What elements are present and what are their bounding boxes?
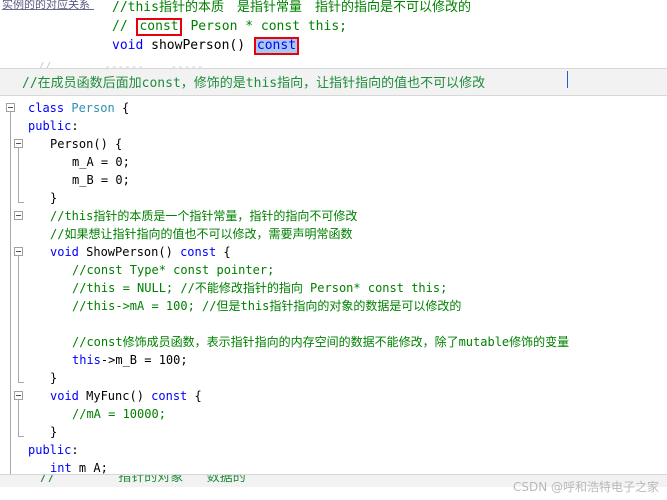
code-token: //const修饰成员函数，表示指针指向的内存空间的数据不能修改，除了mutab… xyxy=(72,335,570,349)
code-token: void xyxy=(50,245,79,259)
code-line[interactable]: void MyFunc() const { xyxy=(26,387,667,405)
code-token: //mA = 10000; xyxy=(72,407,166,421)
fold-toggle-icon[interactable] xyxy=(14,211,23,220)
const-annotation-box-2[interactable]: const xyxy=(253,36,300,55)
code-line[interactable]: //如果想让指针指向的值也不可以修改，需要声明常函数 xyxy=(26,225,667,243)
code-line[interactable]: } xyxy=(26,423,667,441)
highlighted-comment-band: // ------ ----- //在成员函数后面加const，修饰的是this… xyxy=(0,58,667,96)
code-token: : xyxy=(71,443,79,457)
code-line[interactable]: //mA = 10000; xyxy=(26,405,667,423)
fold-toggle-icon[interactable] xyxy=(14,247,23,256)
code-token: class xyxy=(28,101,72,115)
fold-guide-line xyxy=(18,148,19,202)
code-line[interactable]: void ShowPerson() const { xyxy=(26,243,667,261)
fold-toggle-icon[interactable] xyxy=(14,391,23,400)
csdn-watermark: CSDN @呼和浩特电子之家 xyxy=(512,480,659,494)
fold-guide-line xyxy=(18,400,19,436)
function-name: showPerson() xyxy=(143,38,253,53)
code-token: //this->mA = 100; //但是this指针指向的对象的数据是可以修… xyxy=(72,299,462,313)
fold-guide-line xyxy=(10,112,11,474)
code-token: Person() { xyxy=(50,137,123,151)
comment-suffix: Person * const this; xyxy=(182,19,347,34)
code-line[interactable]: class Person { xyxy=(26,99,667,117)
code-line[interactable]: public: xyxy=(26,441,667,459)
const-annotation-box-1[interactable]: const xyxy=(136,17,182,36)
code-content[interactable]: class Person {public: Person() {m_A = 0; m… xyxy=(26,99,667,474)
code-token: //如果想让指针指向的值也不可以修改，需要声明常函数 xyxy=(50,227,353,241)
code-token: ->m_B = 100; xyxy=(100,353,188,367)
code-token: ShowPerson() xyxy=(78,245,181,259)
header-underline xyxy=(2,9,94,10)
code-line[interactable]: int m_A; xyxy=(26,459,667,474)
fold-guide-tick xyxy=(18,436,24,437)
code-token: public xyxy=(28,119,72,133)
code-line[interactable]: //this指针的本质是一个指针常量，指针的指向不可修改 xyxy=(26,207,667,225)
code-line[interactable]: this->m_B = 100; xyxy=(26,351,667,369)
code-token: this xyxy=(72,353,101,367)
code-token: Person xyxy=(71,101,115,115)
code-token: void xyxy=(50,389,79,403)
fold-guide-tick xyxy=(18,202,24,203)
code-token: { xyxy=(114,101,130,115)
code-token: m_A = 0; xyxy=(72,155,130,169)
code-token: : xyxy=(71,119,79,133)
code-line[interactable]: Person() { xyxy=(26,135,667,153)
code-token: m_B = 0; xyxy=(72,173,130,187)
code-line[interactable]: public: xyxy=(26,117,667,135)
text-caret xyxy=(567,71,568,88)
top-annotation-panel: 实例的的对应关系 //this指针的本质 是指针常量 指针的指向是不可以修改的 … xyxy=(0,0,667,58)
comment-prefix: // xyxy=(112,19,136,34)
fold-gutter[interactable] xyxy=(0,99,26,474)
code-token: } xyxy=(50,371,58,385)
code-token: const xyxy=(180,245,217,259)
fold-toggle-icon[interactable] xyxy=(14,139,23,148)
fold-guide-tick xyxy=(18,382,24,383)
code-token: } xyxy=(50,191,58,205)
code-token: { xyxy=(187,389,202,403)
code-token: { xyxy=(216,245,231,259)
code-token: const xyxy=(151,389,188,403)
code-token: //const Type* const pointer; xyxy=(72,263,275,277)
clipped-header-fragment: 实例的的对应关系 xyxy=(2,0,90,11)
fold-guide-line xyxy=(18,256,19,382)
code-line[interactable]: //this->mA = 100; //但是this指针指向的对象的数据是可以修… xyxy=(26,297,667,315)
code-token: public xyxy=(28,443,72,457)
code-token: } xyxy=(50,425,58,439)
code-line[interactable]: //this = NULL; //不能修改指针的指向 Person* const… xyxy=(26,279,667,297)
code-token: //this = NULL; //不能修改指针的指向 Person* const… xyxy=(72,281,448,295)
void-keyword: void xyxy=(112,38,144,53)
top-comment-line: //this指针的本质 是指针常量 指针的指向是不可以修改的 xyxy=(112,0,471,15)
code-token: //this指针的本质是一个指针常量，指针的指向不可修改 xyxy=(50,209,358,223)
code-line[interactable]: } xyxy=(26,189,667,207)
top-showperson-signature-line: void showPerson() const xyxy=(112,36,300,55)
code-token: int xyxy=(50,461,72,474)
bottom-clipped-text: // 指针的对象 数据的 xyxy=(40,474,246,485)
code-token: MyFunc() xyxy=(78,389,152,403)
top-const-pointer-line: // const Person * const this; xyxy=(112,17,347,36)
code-line[interactable]: m_A = 0; xyxy=(26,153,667,171)
code-line[interactable]: //const修饰成员函数，表示指针指向的内存空间的数据不能修改，除了mutab… xyxy=(26,333,667,351)
band-comment-text: //在成员函数后面加const，修饰的是this指向，让指针指向的值也不可以修改 xyxy=(22,76,486,91)
code-line[interactable]: } xyxy=(26,369,667,387)
code-line[interactable]: m_B = 0; xyxy=(26,171,667,189)
code-token: m_A; xyxy=(71,461,108,474)
code-line[interactable] xyxy=(26,315,667,333)
code-editor[interactable]: class Person {public: Person() {m_A = 0; m… xyxy=(0,99,667,474)
fold-toggle-icon[interactable] xyxy=(6,103,15,112)
code-line[interactable]: //const Type* const pointer; xyxy=(26,261,667,279)
